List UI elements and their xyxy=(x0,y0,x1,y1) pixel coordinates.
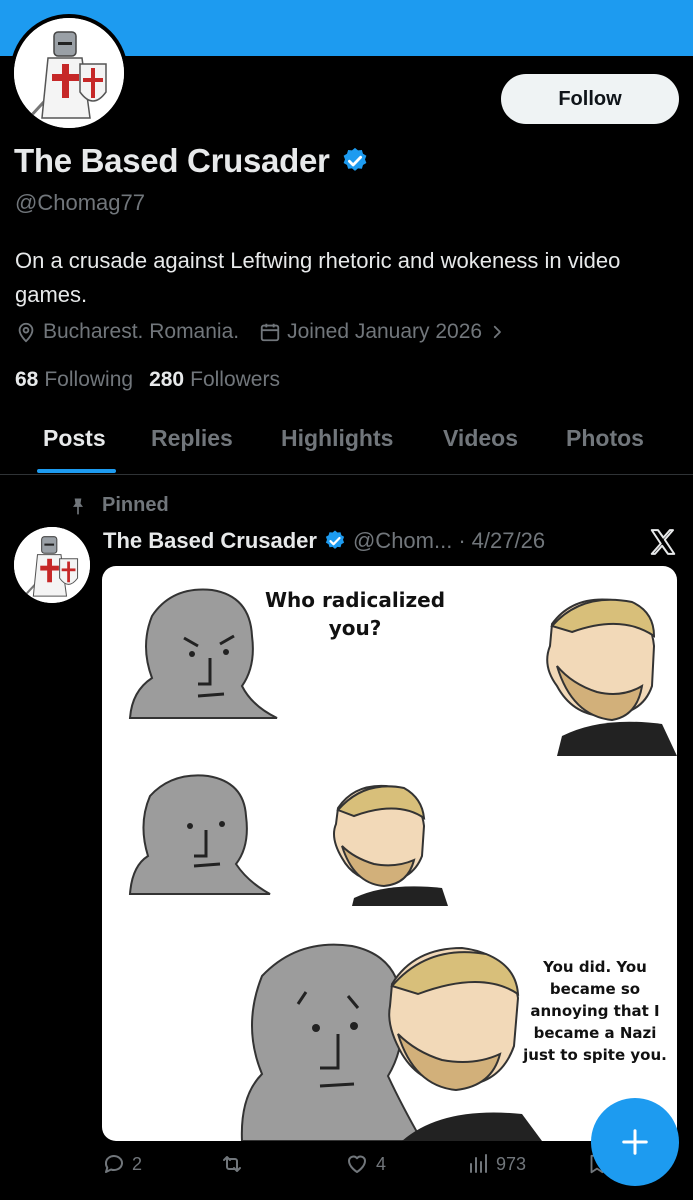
reply-count: 2 xyxy=(132,1153,143,1174)
profile-handle: @Chomag77 xyxy=(15,190,145,215)
tab-photos[interactable]: Photos xyxy=(566,425,644,452)
post-date[interactable]: 4/27/26 xyxy=(472,528,545,554)
tab-replies[interactable]: Replies xyxy=(151,425,233,452)
chevron-right-icon xyxy=(493,325,501,339)
post-author-avatar[interactable] xyxy=(14,527,90,603)
profile-bio: On a crusade against Leftwing rhetoric a… xyxy=(15,248,621,307)
compose-button[interactable] xyxy=(591,1098,679,1186)
tab-highlights[interactable]: Highlights xyxy=(281,425,393,452)
meme-question-text: Who radicalized you? xyxy=(264,588,446,640)
joined-text: Joined January 2026 xyxy=(287,320,483,343)
location-text: Bucharest. Romania. xyxy=(43,320,240,343)
following-count: 68 xyxy=(15,368,39,391)
reply-action[interactable]: 2 xyxy=(102,1152,142,1176)
following-link[interactable]: 68 Following xyxy=(15,368,133,392)
followers-label: Followers xyxy=(190,368,280,391)
profile-location: Bucharest. Romania. xyxy=(15,320,239,344)
post-author-handle[interactable]: @Chom... xyxy=(353,528,452,554)
pinned-indicator: Pinned xyxy=(68,494,169,517)
tab-videos[interactable]: Videos xyxy=(443,425,518,452)
followers-count: 280 xyxy=(149,368,185,391)
calendar-icon xyxy=(260,323,280,342)
following-label: Following xyxy=(44,368,134,391)
follow-button[interactable]: Follow xyxy=(501,74,679,124)
profile-meta: Bucharest. Romania. Joined January 2026 xyxy=(15,320,506,344)
profile-tabs: Posts Replies Highlights Videos Photos xyxy=(0,413,693,475)
verified-badge-icon[interactable] xyxy=(323,529,347,553)
profile-avatar[interactable] xyxy=(10,14,128,132)
like-action[interactable]: 4 xyxy=(344,1152,386,1176)
profile-name-row: The Based Crusader xyxy=(14,142,370,180)
crusader-knight-image xyxy=(14,18,124,128)
like-count: 4 xyxy=(376,1153,387,1174)
followers-link[interactable]: 280 Followers xyxy=(149,368,280,392)
verified-badge-icon[interactable] xyxy=(340,146,370,176)
repost-action[interactable] xyxy=(220,1152,244,1176)
pinned-label: Pinned xyxy=(102,494,169,516)
tab-posts[interactable]: Posts xyxy=(43,425,106,452)
views-action[interactable]: 973 xyxy=(466,1152,526,1176)
location-pin-icon xyxy=(18,322,34,343)
x-logo-icon[interactable] xyxy=(648,527,678,557)
post-author-name[interactable]: The Based Crusader xyxy=(103,528,317,554)
profile-joined[interactable]: Joined January 2026 xyxy=(259,320,506,344)
compose-plus-icon xyxy=(622,1129,648,1155)
active-tab-indicator xyxy=(37,469,116,473)
post-media-meme[interactable]: Who radicalized you? You did. You became… xyxy=(102,566,677,1141)
pin-icon xyxy=(73,498,83,514)
crusader-knight-image xyxy=(14,527,90,603)
profile-stats: 68 Following 280 Followers xyxy=(15,368,280,392)
meme-answer-text: You did. You became so annoying that I b… xyxy=(523,958,667,1064)
post-header: The Based Crusader @Chom... · 4/27/26 xyxy=(103,528,545,554)
repost-icon xyxy=(223,1156,241,1172)
views-icon xyxy=(470,1154,487,1173)
reply-icon xyxy=(104,1155,123,1173)
profile-display-name: The Based Crusader xyxy=(14,142,330,179)
heart-icon xyxy=(348,1155,366,1173)
post-separator: · xyxy=(458,528,466,553)
views-count: 973 xyxy=(496,1153,527,1174)
